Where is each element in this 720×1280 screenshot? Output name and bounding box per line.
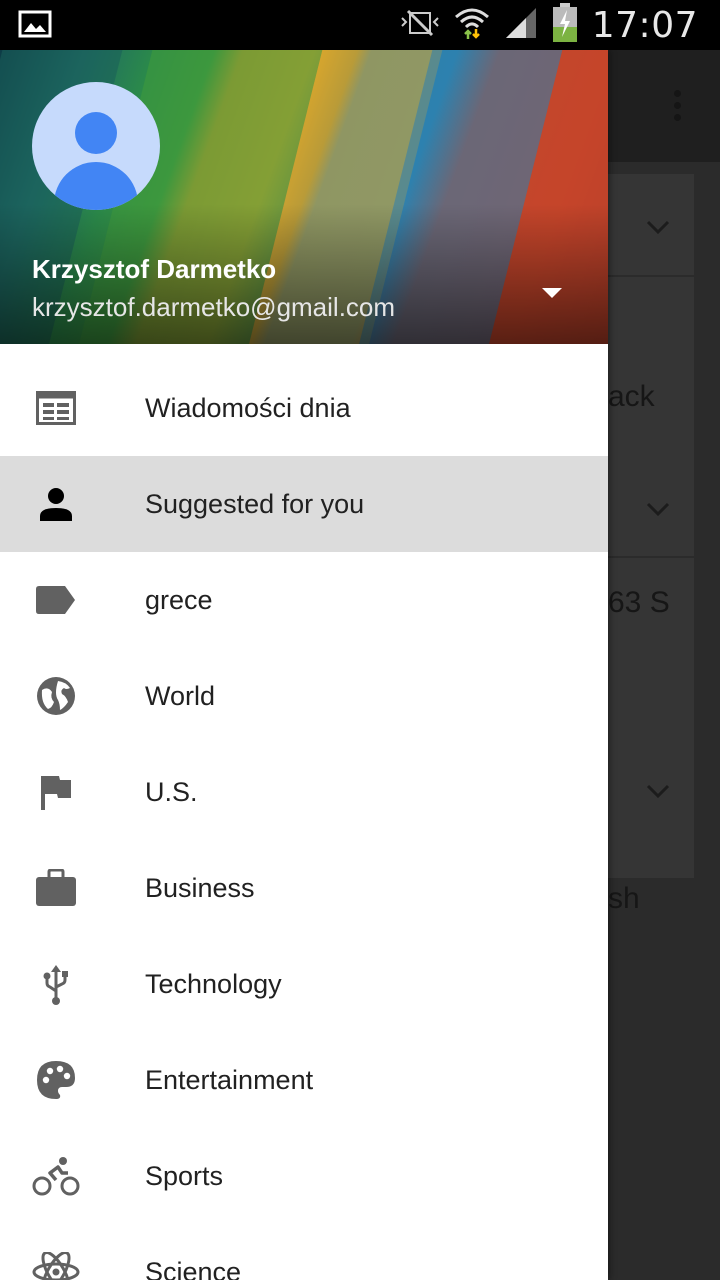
battery-charging-icon bbox=[552, 2, 578, 48]
menu-item-label: Entertainment bbox=[145, 1064, 314, 1095]
bike-icon bbox=[32, 1156, 80, 1196]
atom-icon bbox=[32, 1252, 80, 1280]
label-tag-icon bbox=[32, 580, 80, 620]
account-header: Krzysztof Darmetko krzysztof.darmetko@gm… bbox=[0, 50, 608, 344]
vibrate-no-signal-icon bbox=[400, 8, 440, 43]
usb-icon bbox=[32, 964, 80, 1005]
navigation-drawer: Krzysztof Darmetko krzysztof.darmetko@gm… bbox=[0, 50, 608, 1280]
menu-item-label: Business bbox=[145, 872, 255, 903]
avatar[interactable] bbox=[32, 82, 160, 210]
account-email: krzysztof.darmetko@gmail.com bbox=[32, 292, 396, 322]
menu-item-wiadomosci-dnia[interactable]: Wiadomości dnia bbox=[0, 360, 608, 456]
menu-item-grece[interactable]: grece bbox=[0, 552, 608, 648]
menu-item-label: Science bbox=[145, 1256, 242, 1280]
cellular-signal-icon bbox=[504, 6, 538, 45]
globe-icon bbox=[32, 676, 80, 716]
background-text: sh bbox=[608, 882, 640, 915]
chevron-down-icon bbox=[646, 502, 670, 516]
drawer-menu: Wiadomości dnia Suggested for you grece bbox=[0, 344, 608, 1280]
menu-item-label: Wiadomości dnia bbox=[145, 392, 351, 423]
flag-icon bbox=[32, 772, 80, 812]
menu-item-business[interactable]: Business bbox=[0, 840, 608, 936]
menu-item-label: Suggested for you bbox=[145, 488, 365, 519]
account-dropdown-icon[interactable] bbox=[540, 282, 564, 306]
account-name: Krzysztof Darmetko bbox=[32, 254, 277, 284]
menu-item-world[interactable]: World bbox=[0, 648, 608, 744]
menu-item-us[interactable]: U.S. bbox=[0, 744, 608, 840]
overflow-menu-icon bbox=[674, 90, 682, 126]
menu-item-science[interactable]: Science bbox=[0, 1224, 608, 1280]
menu-item-suggested-for-you[interactable]: Suggested for you bbox=[0, 456, 608, 552]
chevron-down-icon bbox=[646, 784, 670, 798]
menu-item-technology[interactable]: Technology bbox=[0, 936, 608, 1032]
image-notification-icon bbox=[18, 10, 52, 43]
clock-time: 17:07 bbox=[591, 4, 698, 46]
menu-item-label: World bbox=[145, 680, 216, 711]
palette-icon bbox=[32, 1060, 80, 1100]
background-text: 63 S bbox=[608, 586, 670, 619]
briefcase-icon bbox=[32, 868, 80, 908]
menu-item-label: grece bbox=[145, 584, 213, 615]
background-text: ack bbox=[608, 380, 655, 413]
status-bar: 17:07 bbox=[0, 0, 720, 50]
menu-item-label: Technology bbox=[145, 968, 282, 999]
newspaper-icon bbox=[32, 388, 80, 428]
person-icon bbox=[32, 484, 80, 524]
menu-item-label: U.S. bbox=[145, 776, 198, 807]
menu-item-entertainment[interactable]: Entertainment bbox=[0, 1032, 608, 1128]
menu-item-sports[interactable]: Sports bbox=[0, 1128, 608, 1224]
menu-item-label: Sports bbox=[145, 1160, 224, 1191]
wifi-icon bbox=[454, 5, 490, 46]
chevron-down-icon bbox=[646, 220, 670, 234]
